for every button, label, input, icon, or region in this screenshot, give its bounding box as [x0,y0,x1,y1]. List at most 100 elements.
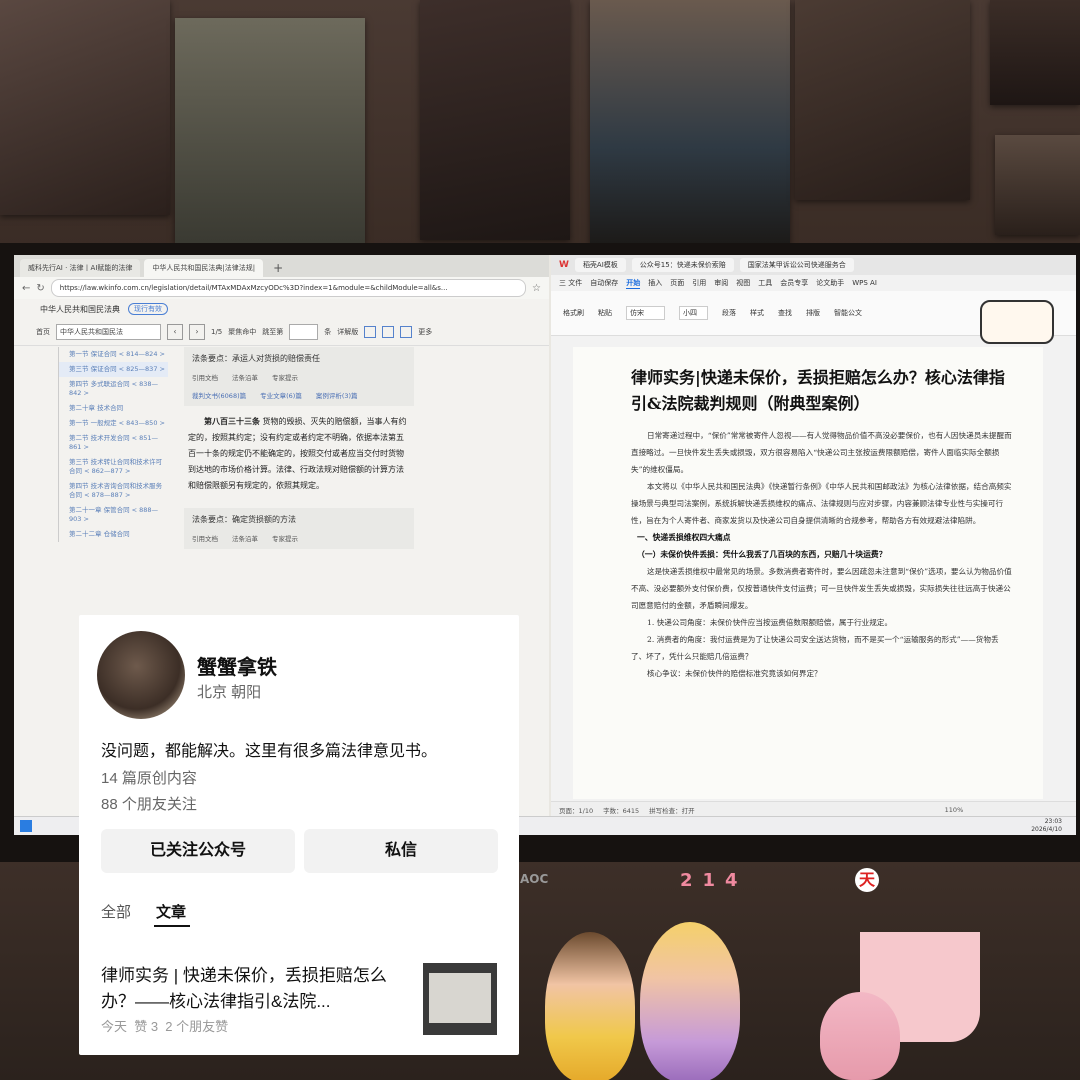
doll-figure [820,992,900,1080]
new-tab-button[interactable]: + [267,259,289,277]
tab-indicator [154,925,190,927]
article-title[interactable]: 律师实务 | 快递未保价，丢损拒赔怎么办？——核心法律指引&法院... [101,963,407,1015]
article-thumbnail[interactable] [423,963,497,1035]
browser-tab[interactable]: 威科先行AI · 法律丨AI赋能的法律 [20,259,141,277]
document-paragraph: 本文将以《中华人民共和国民法典》《快递暂行条例》《中华人民共和国邮政法》为核心法… [631,482,1012,525]
find-button[interactable]: 查找 [778,308,792,318]
menu-item-active[interactable]: 开始 [626,278,641,289]
law-point-tab[interactable]: 专家提示 [272,372,298,382]
format-painter-button[interactable]: 格式刷 [563,308,584,318]
reload-icon[interactable]: ↻ [36,283,44,294]
law-point-tab[interactable]: 引用文档 [192,372,218,382]
toc-item[interactable]: 第二十一章 保管合同 < 888—903 > [58,503,168,527]
address-bar-row: ← ↻ https://law.wkinfo.com.cn/legislatio… [14,277,549,299]
wall-photo [995,135,1080,235]
taskbar-time: 23:03 [1044,818,1062,825]
menu-item[interactable]: WPS AI [852,279,877,287]
law-point-tab[interactable]: 法条沿革 [232,372,258,382]
smart-doc-button[interactable]: 智能公文 [834,308,862,318]
menu-item[interactable]: 引用 [692,278,706,288]
taskbar-date: 2026/4/10 [1031,826,1062,833]
law-point-link[interactable]: 案例评析(3)篇 [316,390,358,400]
document-page: 律师实务|快递未保价，丢损拒赔怎么办？核心法律指引&法院裁判规则（附典型案例） … [573,347,1043,799]
toc-item[interactable]: 第一节 保证合同 < 814—824 > [58,347,168,362]
paragraph-button[interactable]: 段落 [722,308,736,318]
wps-tab[interactable]: 稻壳AI模板 [574,258,626,272]
print-icon[interactable] [364,326,377,338]
wall-photo [795,0,970,200]
toc-item[interactable]: 第二节 技术开发合同 < 851—861 > [58,431,168,455]
menu-item[interactable]: 自动保存 [590,278,618,288]
status-badge: 现行有效 [128,303,168,315]
home-link[interactable]: 首页 [36,327,50,337]
avatar[interactable] [97,631,185,719]
toc-item[interactable]: 第一节 一般规定 < 843—850 > [58,416,168,431]
tab-articles[interactable]: 文章 [156,901,186,922]
toc-item[interactable]: 第二十二章 仓储合同 [58,527,168,542]
zoom-level[interactable]: 110% [945,806,964,814]
browser-tab-active[interactable]: 中华人民共和国民法典|法律法规| [144,259,264,277]
url-field[interactable]: https://law.wkinfo.com.cn/legislation/de… [50,279,527,297]
law-point-link[interactable]: 裁判文书(6068)篇 [192,390,246,400]
back-icon[interactable]: ← [22,283,30,294]
law-point-tab[interactable]: 引用文档 [192,533,218,543]
law-point-tab[interactable]: 专家提示 [272,533,298,543]
spell-check[interactable]: 拼写检查：打开 [649,805,695,815]
font-select[interactable]: 仿宋 [626,306,665,320]
followers-count[interactable]: 88 个朋友关注 [101,793,197,814]
menu-item[interactable]: 插入 [648,278,662,288]
paste-button[interactable]: 粘贴 [598,308,612,318]
search-input[interactable]: 中华人民共和国民法 [56,324,161,340]
bear-widget-icon[interactable] [980,300,1054,344]
size-select[interactable]: 小四 [679,306,708,320]
star-icon[interactable]: ☆ [532,283,541,294]
taskbar-clock[interactable]: 23:03 2026/4/10 [1031,818,1062,834]
law-point-tabs: 引用文档 法条沿革 专家提示 [192,372,406,382]
menu-item[interactable]: 视图 [736,278,750,288]
law-point-title: 法条要点：确定货损额的方法 [192,515,296,524]
next-button[interactable]: › [189,324,205,340]
wall-photo [420,0,570,240]
detail-toggle[interactable]: 详解版 [337,327,358,337]
style-button[interactable]: 样式 [750,308,764,318]
law-point-box: 法条要点：承运人对货损的赔偿责任 引用文档 法条沿革 专家提示 裁判文书(606… [184,347,414,406]
tab-all[interactable]: 全部 [101,901,131,922]
menu-item[interactable]: 页面 [670,278,684,288]
menu-item[interactable]: 工具 [758,278,772,288]
menu-item[interactable]: 论文助手 [816,278,844,288]
toc-item[interactable]: 第四节 多式联运合同 < 838—842 > [58,377,168,401]
site-header: 中华人民共和国民法典 现行有效 [14,299,549,319]
toc-item[interactable]: 第三节 保证合同 < 825—837 > [58,362,168,377]
law-point-link[interactable]: 专业文章(6)篇 [260,390,302,400]
wps-status-bar: 页面：1/10 字数：6415 拼写检查：打开 110% [551,801,1076,817]
page-count: 页面：1/10 [559,806,594,815]
menu-item[interactable]: 三 文件 [559,278,582,288]
mail-icon[interactable] [400,326,413,338]
toc-item[interactable]: 第二十章 技术合同 [58,401,168,416]
download-icon[interactable] [382,326,395,338]
article-text: 货物的毁损、灭失的赔偿额，当事人有约定的，按照其约定；没有约定或者约定不明确，依… [188,417,407,490]
message-button[interactable]: 私信 [304,829,498,873]
toc-item[interactable]: 第三节 技术转让合同和技术许可合同 < 862—877 > [58,455,168,479]
law-point-title: 法条要点：承运人对货损的赔偿责任 [192,354,320,363]
wps-tab[interactable]: 国家法某甲诉讼公司快递服务合 [739,258,854,272]
wps-logo-icon[interactable]: W [559,260,569,270]
monitor-brand: AOC [520,872,549,886]
start-icon[interactable] [20,820,32,832]
toc-item[interactable]: 第四节 技术咨询合同和技术服务合同 < 878—887 > [58,479,168,503]
menu-item[interactable]: 审阅 [714,278,728,288]
wps-window: W 稻壳AI模板 公众号15：快递未保价索赔 国家法某甲诉讼公司快递服务合 三 … [551,255,1076,817]
document-paragraph: 这是快递丢损维权中最常见的场景。多数消费者寄件时，要么因疏忽未注意到“保价”选项… [631,567,1012,610]
more-menu[interactable]: 更多 [418,327,432,337]
document-paragraph: 2. 消费者的角度：我付运费是为了让快递公司安全送达货物，而不是买一个“运输服务… [631,635,999,661]
article-meta: 今天 赞 3 2 个朋友赞 [101,1019,229,1034]
menu-item[interactable]: 会员专享 [780,278,808,288]
layout-button[interactable]: 排版 [806,308,820,318]
focus-checkbox[interactable]: 聚焦命中 [228,327,256,337]
wps-tab[interactable]: 公众号15：快递未保价索赔 [631,258,734,272]
law-point-tab[interactable]: 法条沿革 [232,533,258,543]
followed-button[interactable]: 已关注公众号 [101,829,295,873]
jump-input[interactable] [289,324,319,340]
law-point-box: 法条要点：确定货损额的方法 引用文档 法条沿革 专家提示 [184,508,414,549]
prev-button[interactable]: ‹ [167,324,183,340]
